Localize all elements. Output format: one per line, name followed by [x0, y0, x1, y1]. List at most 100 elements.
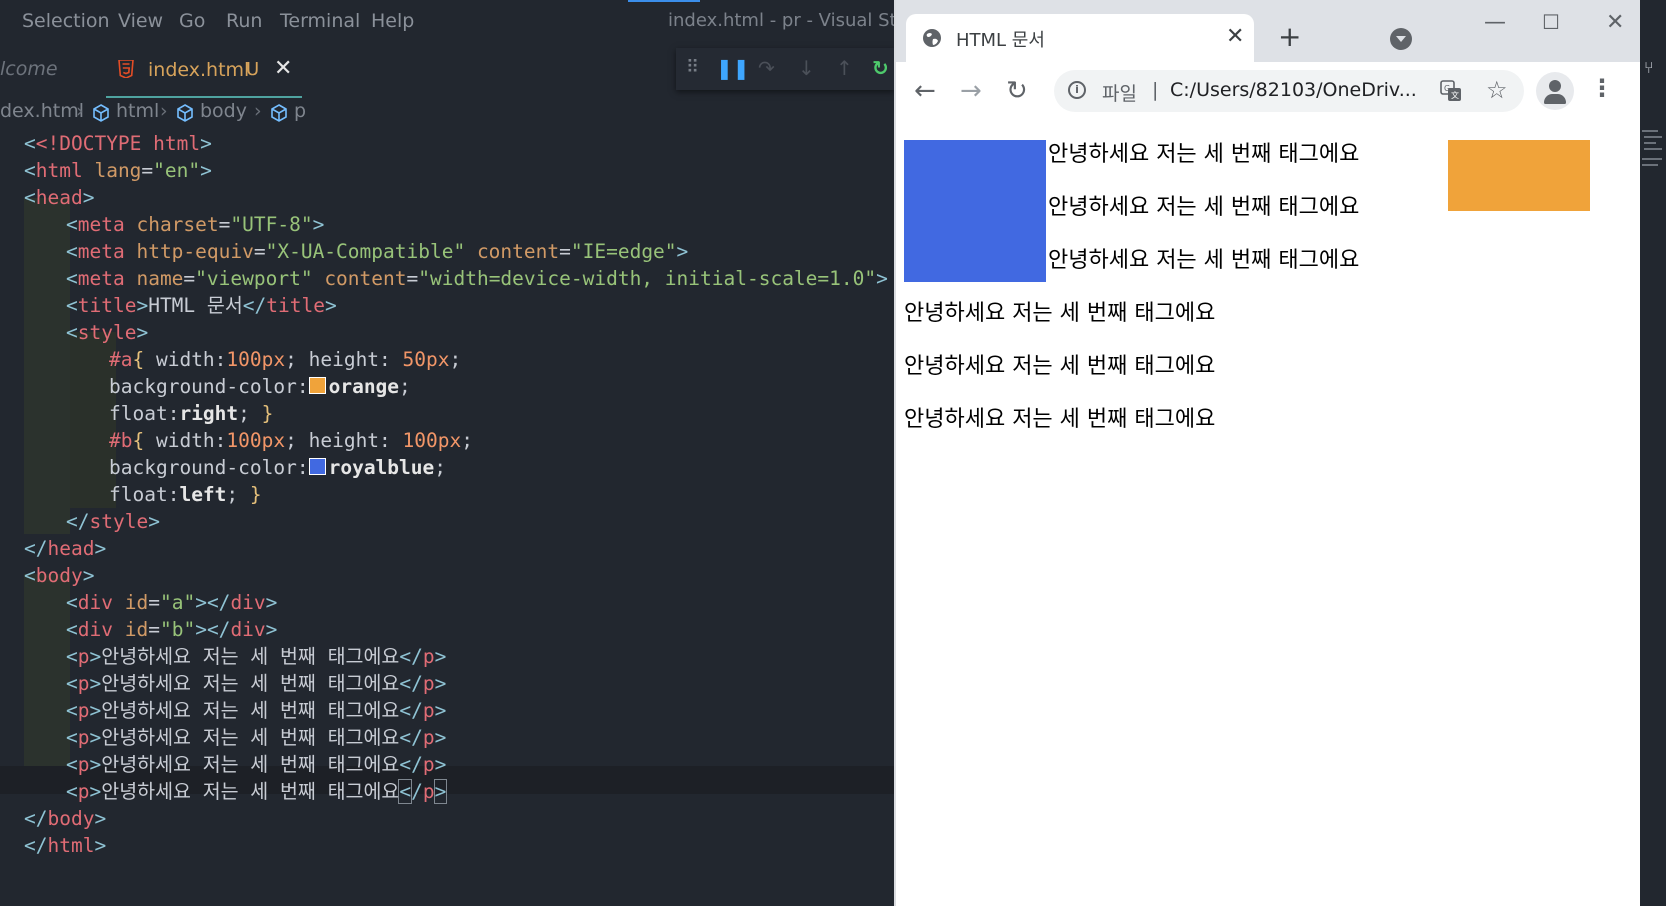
code-line: </style>: [66, 510, 160, 533]
breadcrumb: dex.html › html › body › p: [0, 96, 894, 130]
code-line: <html lang="en">: [24, 159, 212, 182]
tab-index-html[interactable]: index.html U ✕: [106, 44, 302, 98]
menu-view[interactable]: View: [118, 10, 163, 32]
code-line: background-color: orange;: [109, 375, 411, 398]
paragraph: 안녕하세요 저는 세 번째 태그에요: [1048, 142, 1360, 167]
forward-arrow-icon[interactable]: →: [960, 76, 982, 106]
chevron-right-icon: ›: [76, 100, 84, 122]
tab-label: index.html: [148, 59, 250, 81]
restart-icon[interactable]: ↻: [872, 56, 889, 80]
bookmark-star-icon[interactable]: ☆: [1486, 76, 1508, 104]
vscode-window: Selection View Go Run Terminal Help inde…: [0, 0, 894, 906]
code-line: <title>HTML 문서</title>: [66, 294, 337, 317]
code-line: <meta http-equiv="X-UA-Compatible" conte…: [66, 240, 689, 263]
paragraph: 안녕하세요 저는 세 번째 태그에요: [1048, 248, 1360, 273]
code-line: #b{ width:100px; height: 100px;: [109, 429, 473, 452]
code-line: <meta name="viewport" content="width=dev…: [66, 267, 888, 290]
close-icon[interactable]: ✕: [1226, 24, 1244, 49]
royalblue-box: [904, 140, 1046, 282]
code-line: <head>: [24, 186, 95, 209]
code-line: </html>: [24, 834, 107, 857]
address-bar[interactable]: i 파일 | C:/Users/82103/OneDriv... G 文 ☆: [1054, 70, 1524, 112]
new-tab-button[interactable]: +: [1278, 20, 1301, 53]
code-line: float:left; }: [109, 483, 262, 506]
code-line: <body>: [24, 564, 95, 587]
element-icon: [93, 104, 109, 122]
indent-guide: [24, 198, 70, 534]
tab-search-icon[interactable]: [1390, 28, 1412, 50]
code-line: </head>: [24, 537, 107, 560]
code-line: <div id="a"></div>: [66, 591, 278, 614]
menu-bar: Selection View Go Run Terminal Help inde…: [0, 0, 894, 44]
browser-tab[interactable]: HTML 문서 ✕: [906, 14, 1254, 64]
maximize-icon[interactable]: ☐: [1542, 10, 1560, 34]
more-menu-icon[interactable]: ⋮: [1590, 74, 1614, 102]
code-line: <p>안녕하세요 저는 세 번째 태그에요</p>: [66, 699, 447, 722]
paragraph: 안녕하세요 저는 세 번째 태그에요: [904, 354, 1216, 379]
reload-icon[interactable]: ↻: [1006, 76, 1028, 106]
chevron-right-icon: ›: [254, 100, 262, 122]
code-line: background-color: royalblue;: [109, 456, 447, 479]
element-icon: [177, 104, 193, 122]
indent-guide: [24, 574, 70, 784]
separator: |: [1152, 79, 1159, 101]
paragraph: 안녕하세요 저는 세 번째 태그에요: [904, 407, 1216, 432]
translate-icon[interactable]: G 文: [1440, 80, 1462, 102]
breadcrumb-body[interactable]: body: [200, 100, 247, 122]
code-editor[interactable]: <<!DOCTYPE html> <html lang="en"> <head>…: [0, 130, 894, 906]
browser-toolbar: ← → ↻ i 파일 | C:/Users/82103/OneDriv... G…: [896, 62, 1640, 125]
code-line: </body>: [24, 807, 107, 830]
paragraph: 안녕하세요 저는 세 번째 태그에요: [904, 301, 1216, 326]
window-title: index.html - pr - Visual Studi: [668, 10, 894, 31]
orange-box: [1448, 140, 1590, 211]
svg-text:文: 文: [1451, 90, 1459, 100]
code-line: <p>안녕하세요 저는 세 번째 태그에요</p>: [66, 753, 447, 776]
page-viewport: 안녕하세요 저는 세 번째 태그에요 안녕하세요 저는 세 번째 태그에요 안녕…: [896, 124, 1640, 906]
code-line: #a{ width:100px; height: 50px;: [109, 348, 462, 371]
step-out-icon[interactable]: ↑: [836, 56, 853, 80]
breadcrumb-html[interactable]: html: [116, 100, 159, 122]
back-arrow-icon[interactable]: ←: [914, 76, 936, 106]
breadcrumb-file[interactable]: dex.html: [0, 100, 84, 122]
menu-help[interactable]: Help: [371, 10, 414, 32]
menu-terminal[interactable]: Terminal: [280, 10, 360, 32]
code-line: <<!DOCTYPE html>: [24, 132, 212, 155]
drag-handle-icon[interactable]: ⠿: [686, 57, 699, 78]
menu-run[interactable]: Run: [226, 10, 262, 32]
code-line: <meta charset="UTF-8">: [66, 213, 325, 236]
color-swatch-royalblue[interactable]: [308, 458, 326, 475]
minimize-icon[interactable]: —: [1484, 10, 1506, 35]
source-control-icon[interactable]: ⑂: [1644, 58, 1654, 77]
title-accent-bar: [628, 0, 700, 2]
info-icon[interactable]: i: [1068, 81, 1086, 99]
code-line: <style>: [66, 321, 149, 344]
code-line: <p>안녕하세요 저는 세 번째 태그에요</p>: [66, 645, 447, 668]
menu-selection[interactable]: Selection: [22, 10, 110, 32]
paragraph: 안녕하세요 저는 세 번째 태그에요: [1048, 195, 1360, 220]
window-close-icon[interactable]: ✕: [1606, 10, 1624, 35]
browser-tab-strip: HTML 문서 ✕ + — ☐ ✕: [896, 0, 1640, 64]
scheme-label: 파일: [1102, 83, 1137, 105]
profile-avatar-icon[interactable]: [1536, 72, 1574, 110]
color-swatch-orange[interactable]: [308, 377, 326, 394]
html5-icon: [118, 60, 134, 78]
globe-icon: [923, 29, 941, 47]
code-line: <p>안녕하세요 저는 세 번째 태그에요</p>: [66, 672, 447, 695]
code-line: float:right; }: [109, 402, 274, 425]
step-into-icon[interactable]: ↓: [798, 56, 815, 80]
code-line: <div id="b"></div>: [66, 618, 278, 641]
code-line: <p>안녕하세요 저는 세 번째 태그에요</p>: [66, 726, 447, 749]
tab-welcome[interactable]: lcome: [0, 58, 58, 80]
chevron-right-icon: ›: [160, 100, 168, 122]
menu-go[interactable]: Go: [179, 10, 205, 32]
close-icon[interactable]: ✕: [274, 56, 292, 81]
pause-icon[interactable]: ❚❚: [716, 56, 750, 80]
minimap: [1642, 130, 1662, 166]
untracked-badge: U: [246, 59, 260, 80]
browser-window: HTML 문서 ✕ + — ☐ ✕ ← → ↻ i 파일 | C:/Users/…: [896, 0, 1640, 906]
url-text[interactable]: C:/Users/82103/OneDriv...: [1170, 79, 1417, 101]
step-over-icon[interactable]: ↷: [758, 56, 775, 80]
breadcrumb-p[interactable]: p: [294, 100, 306, 122]
browser-tab-title: HTML 문서: [956, 30, 1045, 51]
code-line-active: <p>안녕하세요 저는 세 번째 태그에요</p>: [66, 779, 448, 804]
